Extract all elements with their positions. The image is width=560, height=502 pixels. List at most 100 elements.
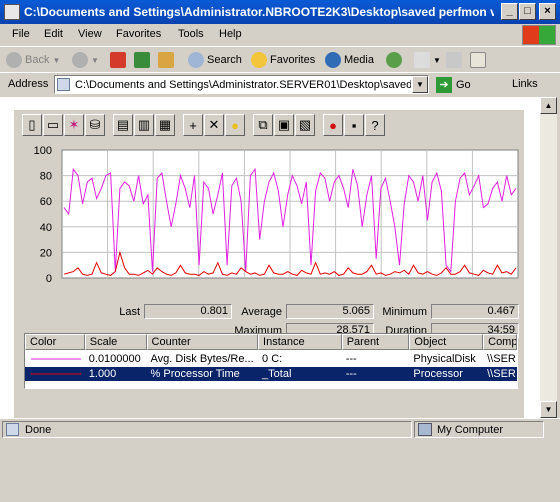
menu-help[interactable]: Help — [219, 28, 242, 40]
refresh-button[interactable] — [134, 51, 150, 69]
page-icon — [57, 78, 70, 91]
edit-icon — [470, 52, 486, 68]
view-report-button[interactable]: ▦ — [155, 114, 175, 136]
forward-arrow-icon — [72, 52, 88, 68]
stat-minimum-value: 0.467 — [431, 304, 519, 319]
address-bar: Address C:\Documents and Settings\Admini… — [0, 72, 560, 96]
update-data-button[interactable]: ▪ — [344, 114, 364, 136]
address-input[interactable]: C:\Documents and Settings\Administrator.… — [54, 75, 429, 94]
help-button[interactable]: ? — [365, 114, 385, 136]
legend-color-swatch — [25, 352, 85, 366]
stat-last: Last 0.801 — [66, 304, 232, 320]
column-object[interactable]: Object — [409, 334, 484, 350]
view-current-activity-icon: ✶ — [68, 117, 80, 132]
star-icon — [251, 52, 267, 68]
vertical-scrollbar[interactable]: ▲ ▼ — [540, 97, 557, 418]
legend-row-selected[interactable]: 1.000 % Processor Time _Total --- Proces… — [25, 367, 517, 381]
view-log-data-button[interactable]: ⛁ — [85, 114, 105, 136]
title-bar: C:\Documents and Settings\Administrator.… — [0, 0, 560, 24]
links-button[interactable]: Links — [512, 78, 538, 90]
highlight-button[interactable]: ● — [225, 114, 245, 136]
y-tick-label: 60 — [40, 196, 52, 208]
stop-button[interactable] — [110, 51, 126, 69]
stop-icon — [110, 52, 126, 68]
delete-counter-icon: ✕ — [208, 117, 220, 132]
legend-header: Color Scale Counter Instance Parent Obje… — [25, 334, 517, 350]
mail-button[interactable]: ▼ — [414, 51, 441, 69]
y-tick-label: 20 — [40, 247, 52, 259]
delete-counter-button[interactable]: ✕ — [204, 114, 224, 136]
page-content: ▯ ▭ ✶ ⛁ ▤ ▥ ▦ + ✕ ● ⧉ ▣ ▧ ● ▪? 100 80 60 40 20 0 Last 0.801… — [0, 97, 540, 502]
help-icon: ? — [371, 117, 379, 133]
copy-properties-icon: ⧉ — [258, 117, 268, 132]
maximize-button[interactable]: □ — [519, 3, 536, 20]
history-icon — [386, 52, 402, 68]
stat-minimum: Minimum 0.467 — [369, 304, 519, 320]
clear-display-button[interactable]: ▭ — [43, 114, 63, 136]
forward-button[interactable]: ▼ — [72, 51, 99, 69]
scroll-down-button[interactable]: ▼ — [540, 401, 557, 418]
standard-toolbar: Back ▼ ▼ Search Favorites Media ▼ — [0, 46, 560, 72]
view-histogram-icon: ▥ — [137, 117, 151, 132]
highlight-icon: ● — [231, 117, 239, 133]
zone-text: My Computer — [437, 424, 504, 436]
view-graph-button[interactable]: ▤ — [113, 114, 133, 136]
home-icon — [158, 52, 174, 68]
view-current-activity-button[interactable]: ✶ — [64, 114, 84, 136]
printer-icon — [446, 52, 462, 68]
page-done-icon — [6, 423, 19, 436]
view-report-icon: ▦ — [158, 117, 172, 132]
close-button[interactable]: × — [539, 3, 556, 20]
scroll-up-button[interactable]: ▲ — [540, 97, 557, 114]
legend-row[interactable]: 0.0100000 Avg. Disk Bytes/Re... 0 C: ---… — [25, 352, 517, 366]
freeze-display-button[interactable]: ● — [323, 114, 343, 136]
home-button[interactable] — [158, 51, 174, 69]
column-instance[interactable]: Instance — [258, 334, 342, 350]
minimize-button[interactable]: _ — [501, 3, 518, 20]
view-log-data-icon: ⛁ — [89, 117, 101, 132]
computer-icon — [418, 423, 432, 436]
stat-last-value: 0.801 — [144, 304, 232, 319]
menu-file[interactable]: File — [12, 28, 30, 40]
counter-legend: Color Scale Counter Instance Parent Obje… — [24, 333, 518, 389]
favorites-button[interactable]: Favorites — [251, 51, 315, 69]
copy-properties-button[interactable]: ⧉ — [253, 114, 273, 136]
menu-edit[interactable]: Edit — [44, 28, 63, 40]
address-dropdown-button[interactable]: ▼ — [412, 76, 428, 93]
status-zone: My Computer — [414, 421, 544, 438]
paste-counter-list-button[interactable]: ▣ — [274, 114, 294, 136]
status-bar: Done My Computer — [0, 418, 560, 438]
back-button[interactable]: Back ▼ — [6, 51, 60, 69]
status-text: Done — [25, 424, 52, 436]
add-counter-button[interactable]: + — [183, 114, 203, 136]
add-counter-icon: + — [189, 117, 197, 133]
address-value: C:\Documents and Settings\Administrator.… — [75, 79, 411, 91]
view-histogram-button[interactable]: ▥ — [134, 114, 154, 136]
media-button[interactable]: Media — [325, 51, 374, 69]
chevron-down-icon: ▼ — [91, 55, 99, 65]
paste-counter-list-icon: ▣ — [277, 117, 291, 132]
perfmon-graph: 100 80 60 40 20 0 — [34, 145, 519, 285]
menu-tools[interactable]: Tools — [178, 28, 204, 40]
document-icon — [4, 4, 20, 20]
status-main: Done — [2, 421, 412, 438]
go-button[interactable]: ➔ Go — [436, 76, 471, 94]
column-computer[interactable]: Comp — [483, 334, 517, 350]
menu-favorites[interactable]: Favorites — [116, 28, 161, 40]
column-color[interactable]: Color — [25, 334, 85, 350]
properties-button[interactable]: ▧ — [295, 114, 315, 136]
history-button[interactable] — [386, 51, 402, 69]
column-counter[interactable]: Counter — [146, 334, 259, 350]
new-counter-set-icon: ▯ — [28, 117, 36, 132]
column-scale[interactable]: Scale — [84, 334, 147, 350]
new-counter-set-button[interactable]: ▯ — [22, 114, 42, 136]
menu-view[interactable]: View — [78, 28, 102, 40]
edit-button[interactable] — [470, 51, 486, 69]
y-tick-label: 40 — [40, 222, 52, 234]
column-parent[interactable]: Parent — [341, 334, 410, 350]
media-icon — [325, 52, 341, 68]
properties-icon: ▧ — [298, 117, 312, 132]
search-button[interactable]: Search — [188, 51, 242, 69]
y-tick-label: 0 — [46, 273, 52, 285]
print-button[interactable] — [446, 51, 462, 69]
